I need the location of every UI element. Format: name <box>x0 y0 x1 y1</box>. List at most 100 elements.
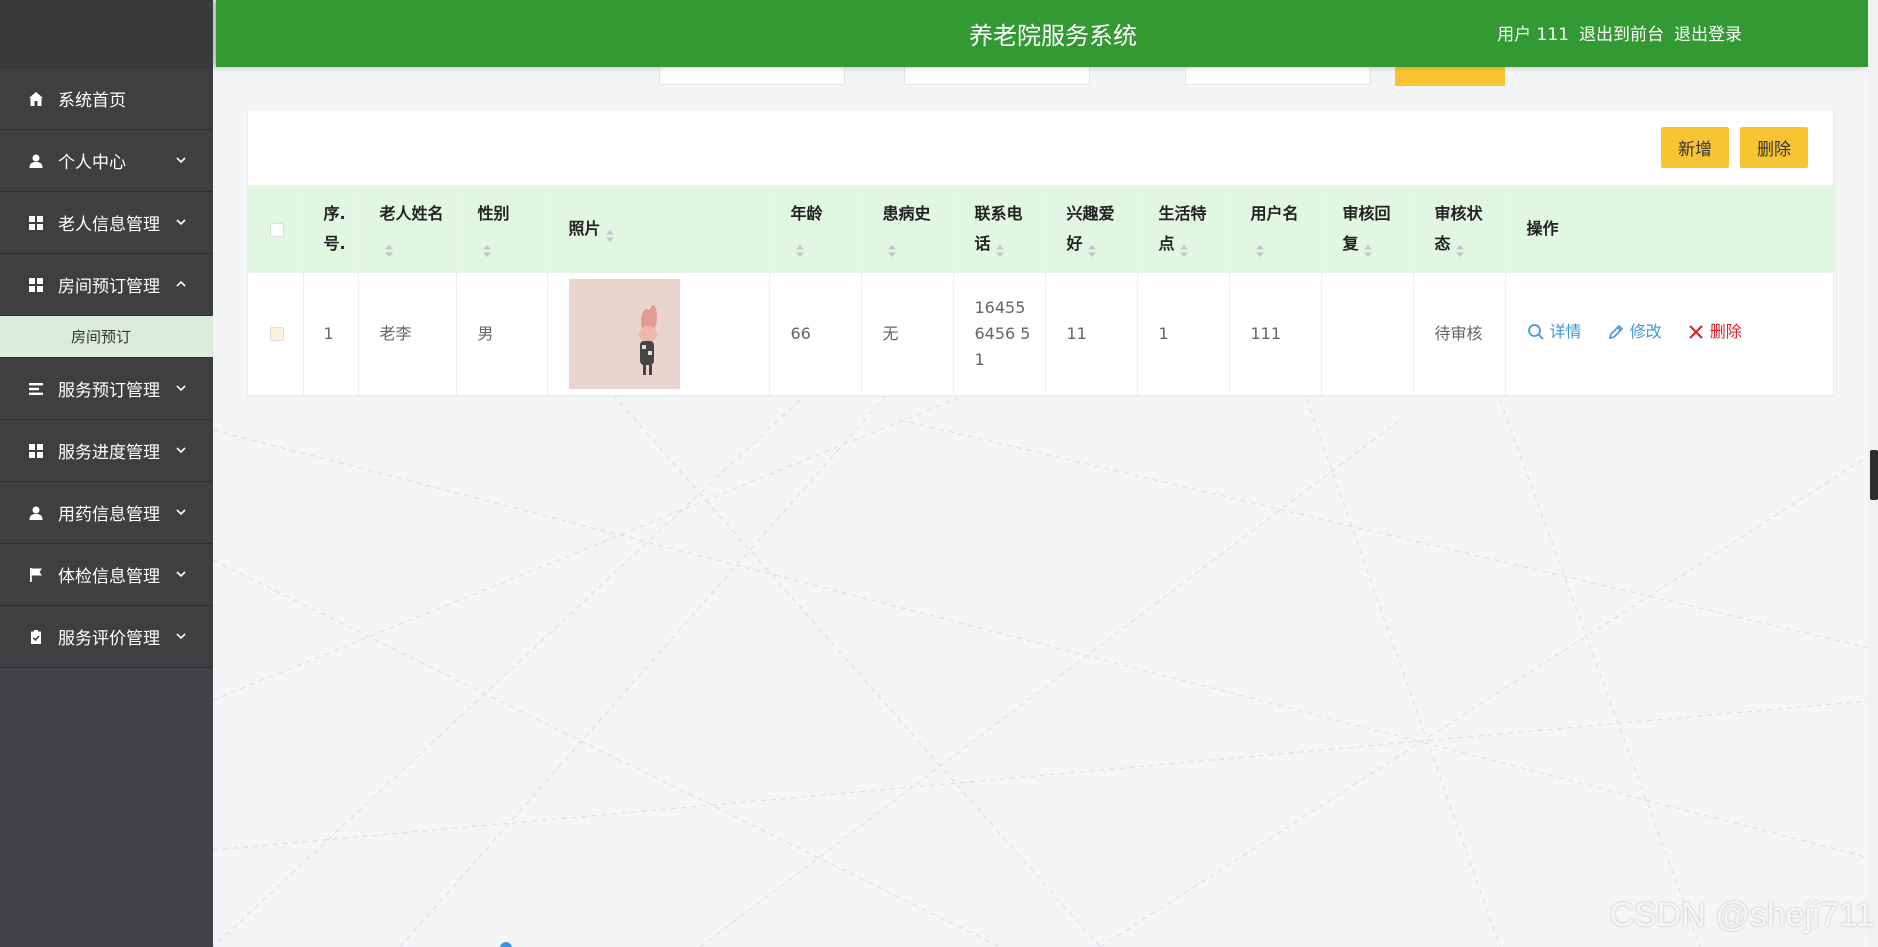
sidebar-item-service-booking[interactable]: 服务预订管理 <box>0 358 213 420</box>
row-checkbox[interactable] <box>270 327 284 342</box>
sidebar-item-label: 老人信息管理 <box>58 215 160 235</box>
page-title: 养老院服务系统 <box>969 22 1137 50</box>
table-header-row: 序.号. 老人姓名 性别 照片 年龄 患病史 联系电话 兴趣爱好 生活特点 用户… <box>248 185 1837 273</box>
cell-gender: 男 <box>456 273 548 396</box>
sidebar-item-medication[interactable]: 用药信息管理 <box>0 482 213 544</box>
table-toolbar: 新增 删除 <box>1661 127 1808 168</box>
chevron-down-icon <box>175 503 189 517</box>
sort-icon[interactable] <box>995 238 1005 257</box>
col-phone[interactable]: 联系电话 <box>953 185 1046 273</box>
flag-icon <box>26 565 46 585</box>
sidebar-item-label: 服务进度管理 <box>58 443 160 463</box>
clipboard-icon <box>26 627 46 647</box>
search-input-1[interactable] <box>659 67 845 85</box>
sort-icon[interactable] <box>1087 238 1097 257</box>
cell-review-status: 待审核 <box>1413 273 1506 396</box>
header-user-links: 用户 111 退出到前台 退出登录 <box>1497 20 1742 45</box>
sidebar-item-personal-center[interactable]: 个人中心 <box>0 130 213 192</box>
chevron-down-icon <box>175 441 189 455</box>
sidebar-item-service-progress[interactable]: 服务进度管理 <box>0 420 213 482</box>
sidebar-item-label: 体检信息管理 <box>58 567 160 587</box>
data-table: 序.号. 老人姓名 性别 照片 年龄 患病史 联系电话 兴趣爱好 生活特点 用户… <box>248 185 1837 396</box>
cell-review-reply <box>1321 273 1414 396</box>
sidebar: 系统首页 个人中心 老人信息管理 房间预订管理 房间预订 服务预订管理 服务进度… <box>0 0 213 947</box>
cell-seq: 1 <box>303 273 359 396</box>
chevron-down-icon <box>175 151 189 165</box>
select-all-checkbox[interactable] <box>270 222 284 237</box>
sort-icon[interactable] <box>1455 238 1465 257</box>
col-medical-history[interactable]: 患病史 <box>861 185 954 273</box>
cell-age: 66 <box>769 273 862 396</box>
cell-medical-history: 无 <box>861 273 954 396</box>
search-icon <box>1527 323 1544 340</box>
sidebar-item-label: 房间预订管理 <box>58 277 160 297</box>
batch-delete-button[interactable]: 删除 <box>1740 127 1808 168</box>
delete-row-button[interactable]: 删除 <box>1687 319 1742 345</box>
sidebar-subitem-room-booking[interactable]: 房间预订 <box>0 316 213 358</box>
search-button[interactable] <box>1395 67 1505 86</box>
sidebar-item-label: 个人中心 <box>58 153 126 173</box>
sidebar-item-label: 用药信息管理 <box>58 505 160 525</box>
current-user: 用户 111 <box>1497 25 1569 45</box>
close-icon <box>1688 324 1703 339</box>
col-review-status[interactable]: 审核状态 <box>1413 185 1506 273</box>
cell-photo <box>547 273 770 396</box>
col-photo[interactable]: 照片 <box>547 185 770 273</box>
detail-button[interactable]: 详情 <box>1527 319 1582 345</box>
sidebar-item-elder-info[interactable]: 老人信息管理 <box>0 192 213 254</box>
cell-name: 老李 <box>358 273 457 396</box>
col-seq: 序.号. <box>303 185 359 273</box>
grid-icon <box>26 441 46 461</box>
sort-icon[interactable] <box>482 238 492 257</box>
sort-icon[interactable] <box>887 238 897 257</box>
col-habits[interactable]: 生活特点 <box>1137 185 1230 273</box>
col-review-reply[interactable]: 审核回复 <box>1321 185 1414 273</box>
cell-habits: 1 <box>1137 273 1230 396</box>
chevron-down-icon <box>175 379 189 393</box>
chevron-down-icon <box>175 565 189 579</box>
sort-icon[interactable] <box>1363 238 1373 257</box>
add-button[interactable]: 新增 <box>1661 127 1729 168</box>
user-icon <box>26 151 46 171</box>
cell-username: 111 <box>1229 273 1322 396</box>
user-icon <box>26 503 46 523</box>
search-input-2[interactable] <box>904 67 1090 85</box>
exit-to-front-link[interactable]: 退出到前台 <box>1579 20 1664 45</box>
grid-icon <box>26 275 46 295</box>
grid-icon <box>26 213 46 233</box>
scrollbar-thumb[interactable] <box>1870 450 1878 500</box>
list-icon <box>26 379 46 399</box>
sort-icon[interactable] <box>605 223 615 242</box>
edit-button[interactable]: 修改 <box>1607 319 1662 345</box>
sidebar-item-label: 服务评价管理 <box>58 629 160 649</box>
sidebar-item-room-booking[interactable]: 房间预订管理 <box>0 254 213 316</box>
edit-icon <box>1608 324 1623 339</box>
data-table-card: 新增 删除 序.号. 老人姓名 性别 照片 年龄 患病史 联系电话 兴趣爱好 生… <box>247 109 1837 397</box>
table-row: 1 老李 男 66 无 164556456 51 11 1 111 待审核 详情… <box>248 273 1837 396</box>
sort-icon[interactable] <box>1255 238 1265 257</box>
col-gender[interactable]: 性别 <box>456 185 548 273</box>
cell-operations: 详情 修改 删除 <box>1505 273 1837 396</box>
elder-photo <box>568 278 680 389</box>
row-select-cell <box>248 273 304 396</box>
chevron-down-icon <box>175 213 189 227</box>
sort-icon[interactable] <box>384 238 394 257</box>
col-operations: 操作 <box>1505 185 1837 273</box>
sidebar-item-checkup[interactable]: 体检信息管理 <box>0 544 213 606</box>
col-username[interactable]: 用户名 <box>1229 185 1322 273</box>
col-age[interactable]: 年龄 <box>769 185 862 273</box>
sort-icon[interactable] <box>795 238 805 257</box>
cell-hobby: 11 <box>1045 273 1138 396</box>
top-header: 养老院服务系统 用户 111 退出到前台 退出登录 <box>216 0 1868 67</box>
cell-phone: 164556456 51 <box>953 273 1046 396</box>
col-hobby[interactable]: 兴趣爱好 <box>1045 185 1138 273</box>
sidebar-item-label: 服务预订管理 <box>58 381 160 401</box>
sidebar-item-service-review[interactable]: 服务评价管理 <box>0 606 213 668</box>
col-name[interactable]: 老人姓名 <box>358 185 457 273</box>
search-input-3[interactable] <box>1185 67 1371 85</box>
sort-icon[interactable] <box>1179 238 1189 257</box>
logout-link[interactable]: 退出登录 <box>1674 20 1742 45</box>
home-icon <box>26 89 46 109</box>
select-all-cell <box>248 185 304 273</box>
sidebar-item-home[interactable]: 系统首页 <box>0 68 213 130</box>
